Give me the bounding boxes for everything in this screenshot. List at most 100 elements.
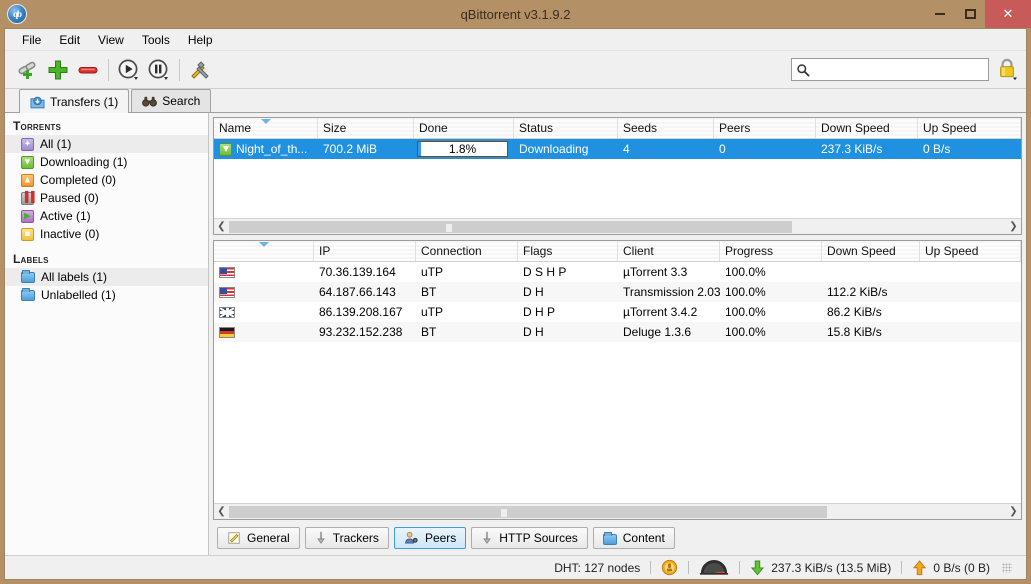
menu-tools[interactable]: Tools xyxy=(133,31,179,49)
minimize-button[interactable] xyxy=(925,0,955,28)
all-icon: ✦ xyxy=(21,137,34,151)
pause-button[interactable] xyxy=(144,55,174,85)
status-bar: DHT: 127 nodes 237.3 KiB/s (13.5 MiB) 0 … xyxy=(5,555,1026,579)
scroll-right-icon[interactable]: ❯ xyxy=(1006,506,1021,517)
folder-icon xyxy=(602,531,617,545)
column-header-down-speed[interactable]: Down Speed xyxy=(816,118,918,138)
options-button[interactable] xyxy=(185,55,215,85)
maximize-button[interactable] xyxy=(955,0,985,28)
table-row[interactable]: Night_of_th... 700.2 MiB 1.8% Downloadin… xyxy=(214,139,1021,159)
sidebar-item-downloading-label: Downloading (1) xyxy=(40,155,128,169)
table-row[interactable]: 86.139.208.167 uTP D H P µTorrent 3.4.2 … xyxy=(214,302,1021,322)
column-header-progress[interactable]: Progress xyxy=(720,241,822,261)
peer-client: Deluge 1.3.6 xyxy=(623,325,692,339)
sidebar-item-all[interactable]: ✦ All (1) xyxy=(5,135,208,153)
sidebar-item-paused[interactable]: ▐▐ Paused (0) xyxy=(5,189,208,207)
peer-progress: 100.0% xyxy=(725,305,766,319)
status-separator xyxy=(650,561,652,574)
tools-icon xyxy=(191,60,209,79)
torrent-name: Night_of_th... xyxy=(236,142,308,156)
column-header-up-speed[interactable]: Up Speed xyxy=(918,118,1021,138)
column-header-peer-up-speed[interactable]: Up Speed xyxy=(920,241,1021,261)
close-button[interactable]: ✕ xyxy=(985,0,1031,28)
sort-descending-icon xyxy=(258,242,269,247)
peer-client: µTorrent 3.4.2 xyxy=(623,305,698,319)
inactive-icon: ■ xyxy=(21,227,34,241)
menu-file[interactable]: File xyxy=(13,31,50,49)
tab-trackers[interactable]: Trackers xyxy=(304,527,389,549)
sidebar-item-unlabelled[interactable]: Unlabelled (1) xyxy=(5,286,208,304)
menu-help[interactable]: Help xyxy=(179,31,222,49)
sidebar-item-completed-label: Completed (0) xyxy=(40,173,117,187)
search-box[interactable] xyxy=(791,58,989,81)
column-header-status[interactable]: Status xyxy=(514,118,618,138)
tab-http-sources[interactable]: HTTP Sources xyxy=(471,527,588,549)
client-area: File Edit View Tools Help Transfers (1) … xyxy=(4,28,1027,580)
sidebar-item-completed[interactable]: ▲ Completed (0) xyxy=(5,171,208,189)
column-header-country[interactable] xyxy=(214,241,314,261)
menu-view[interactable]: View xyxy=(89,31,133,49)
scroll-left-icon[interactable]: ❮ xyxy=(214,221,229,232)
table-row[interactable]: 93.232.152.238 BT D H Deluge 1.3.6 100.0… xyxy=(214,322,1021,342)
column-header-done[interactable]: Done xyxy=(414,118,514,138)
tab-peers[interactable]: Peers xyxy=(393,527,467,549)
pencil-note-icon xyxy=(228,532,240,544)
torrent-list-horizontal-scrollbar[interactable]: ❮ ❯ xyxy=(214,218,1021,234)
sidebar-item-active[interactable]: ▶ Active (1) xyxy=(5,207,208,225)
table-row[interactable]: 70.36.139.164 uTP D S H P µTorrent 3.3 1… xyxy=(214,262,1021,282)
column-header-client[interactable]: Client xyxy=(618,241,720,261)
add-torrent-file-button[interactable] xyxy=(43,55,73,85)
transfers-icon xyxy=(30,96,45,108)
tab-search[interactable]: Search xyxy=(131,89,212,112)
tab-general[interactable]: General xyxy=(217,527,300,549)
peers-horizontal-scrollbar[interactable]: ❮ ❯ xyxy=(214,503,1021,519)
table-row[interactable]: 64.187.66.143 BT D H Transmission 2.03 1… xyxy=(214,282,1021,302)
country-flag-icon xyxy=(219,306,235,318)
peer-client: µTorrent 3.3 xyxy=(623,265,688,279)
scroll-track[interactable] xyxy=(229,219,1006,234)
play-icon xyxy=(118,59,138,80)
tab-transfers[interactable]: Transfers (1) xyxy=(19,89,130,113)
connection-status[interactable] xyxy=(661,559,678,576)
menu-edit[interactable]: Edit xyxy=(50,31,89,49)
sidebar-item-all-labels-label: All labels (1) xyxy=(41,270,108,284)
scroll-track[interactable] xyxy=(229,504,1006,519)
sidebar-item-inactive[interactable]: ■ Inactive (0) xyxy=(5,225,208,243)
resume-button[interactable] xyxy=(114,55,144,85)
add-torrent-link-button[interactable] xyxy=(13,55,43,85)
minus-icon xyxy=(78,66,98,73)
torrent-size: 700.2 MiB xyxy=(323,142,378,156)
peer-client: Transmission 2.03 xyxy=(623,285,720,299)
resize-grip[interactable] xyxy=(1002,562,1012,573)
column-header-seeds[interactable]: Seeds xyxy=(618,118,714,138)
sidebar-item-all-labels[interactable]: All labels (1) xyxy=(5,268,208,286)
folder-icon xyxy=(21,269,35,283)
main-body: Torrents ✦ All (1) ▼ Downloading (1) ▲ C… xyxy=(5,113,1026,555)
scroll-thumb[interactable] xyxy=(229,505,828,518)
peers-icon xyxy=(405,531,418,544)
scroll-thumb[interactable] xyxy=(229,220,793,233)
column-header-flags[interactable]: Flags xyxy=(518,241,618,261)
tab-general-label: General xyxy=(247,531,290,545)
lock-button[interactable] xyxy=(996,57,1018,83)
scroll-left-icon[interactable]: ❮ xyxy=(214,506,229,517)
tab-peers-label: Peers xyxy=(424,531,457,545)
app-logo-icon: qb xyxy=(7,4,27,24)
column-header-connection[interactable]: Connection xyxy=(416,241,518,261)
tab-content[interactable]: Content xyxy=(592,527,675,549)
column-header-ip[interactable]: IP xyxy=(314,241,416,261)
downloading-icon: ▼ xyxy=(21,155,34,169)
column-header-peer-down-speed[interactable]: Down Speed xyxy=(822,241,920,261)
delete-button[interactable] xyxy=(73,55,103,85)
column-header-size[interactable]: Size xyxy=(318,118,414,138)
country-flag-icon xyxy=(219,266,235,278)
speed-limit-status[interactable] xyxy=(699,559,729,576)
peer-progress: 100.0% xyxy=(725,325,766,339)
search-input[interactable] xyxy=(813,60,984,79)
column-header-peers[interactable]: Peers xyxy=(714,118,816,138)
sidebar-item-downloading[interactable]: ▼ Downloading (1) xyxy=(5,153,208,171)
peer-down-speed: 15.8 KiB/s xyxy=(827,325,882,339)
column-header-name[interactable]: Name xyxy=(214,118,318,138)
scroll-right-icon[interactable]: ❯ xyxy=(1006,221,1021,232)
peer-connection: uTP xyxy=(421,265,444,279)
